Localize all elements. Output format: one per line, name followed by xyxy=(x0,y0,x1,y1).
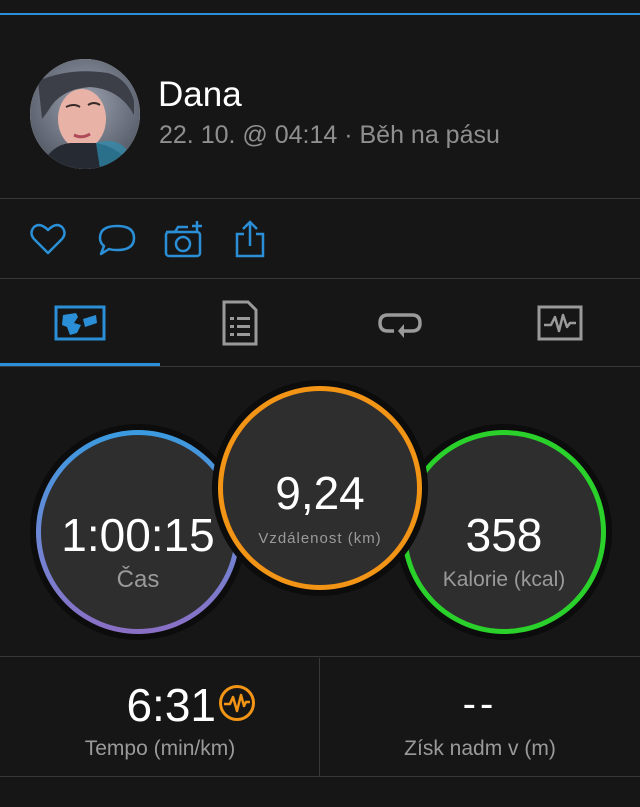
elevation-value: -- xyxy=(462,682,498,726)
divider xyxy=(0,198,640,199)
comment-icon xyxy=(98,224,136,256)
details-icon xyxy=(222,300,258,346)
share-icon xyxy=(235,220,265,258)
pace-heart-rate-icon xyxy=(218,684,256,727)
avatar[interactable] xyxy=(30,59,140,169)
tab-overview[interactable] xyxy=(0,297,160,349)
tab-details[interactable] xyxy=(160,297,320,349)
activity-header: Dana 22. 10. @ 04:14 · Běh na pásu xyxy=(0,15,640,198)
pace-value: 6:31 xyxy=(126,679,216,731)
add-photo-icon xyxy=(164,221,202,258)
divider xyxy=(0,656,640,657)
divider xyxy=(0,278,640,279)
distance-label: Vzdálenost (km) xyxy=(258,530,382,547)
calories-value: 358 xyxy=(465,509,543,561)
charts-icon xyxy=(537,305,583,341)
tab-charts[interactable] xyxy=(480,297,640,349)
calories-label: Kalorie (kcal) xyxy=(442,568,566,591)
map-overview-icon xyxy=(54,305,106,341)
share-button[interactable] xyxy=(228,218,272,262)
elevation-label: Získ nadm v (m) xyxy=(404,737,556,760)
heart-icon xyxy=(30,223,66,255)
pace-label: Tempo (min/km) xyxy=(84,737,236,760)
distance-value: 9,24 xyxy=(275,467,365,519)
comment-button[interactable] xyxy=(95,218,139,262)
like-button[interactable] xyxy=(26,218,70,262)
user-name[interactable]: Dana xyxy=(158,75,242,115)
time-value: 1:00:15 xyxy=(61,509,215,561)
divider xyxy=(0,366,640,367)
time-label: Čas xyxy=(116,566,160,593)
divider xyxy=(0,776,640,777)
activity-subtitle: 22. 10. @ 04:14 · Běh na pásu xyxy=(159,121,500,149)
add-photo-button[interactable] xyxy=(162,218,206,262)
tab-laps[interactable] xyxy=(320,297,480,349)
laps-icon xyxy=(378,313,422,338)
stats-divider xyxy=(319,658,320,776)
